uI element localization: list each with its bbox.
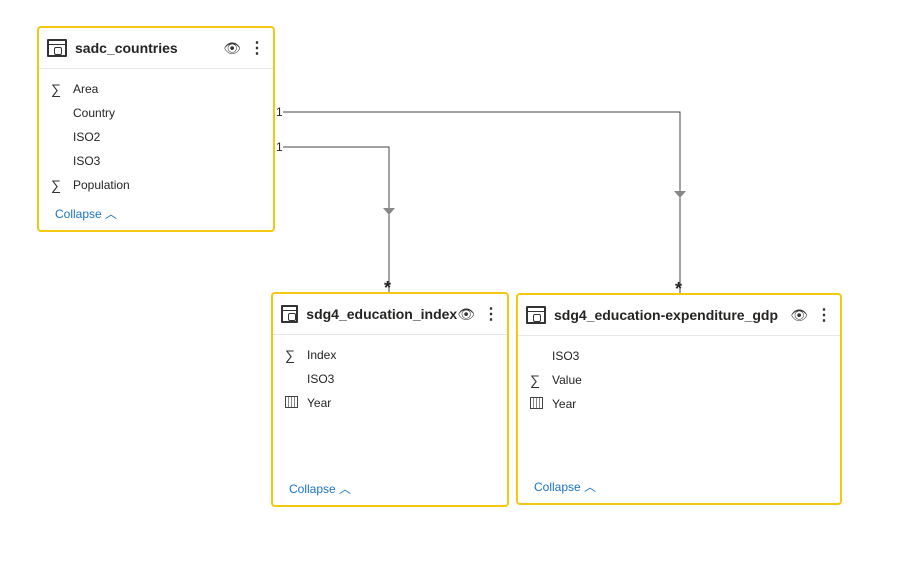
field-row[interactable]: Year	[518, 392, 840, 416]
field-label: Value	[552, 373, 582, 387]
field-row[interactable]: ISO3	[39, 149, 273, 173]
filter-direction-arrow	[674, 191, 686, 198]
card-header: sdg4_education-expenditure_gdp 👁 ⋮	[518, 295, 840, 336]
eye-icon[interactable]: 👁	[223, 40, 241, 57]
eye-icon[interactable]: 👁	[790, 307, 808, 324]
table-title: sdg4_education_index	[306, 306, 458, 322]
collapse-button[interactable]: Collapse ︿	[55, 205, 117, 222]
sigma-icon: ∑	[51, 81, 61, 97]
cardinality-one: 1	[276, 140, 283, 154]
field-row[interactable]: ∑ Population	[39, 173, 273, 197]
filter-direction-arrow	[383, 208, 395, 215]
field-label: ISO3	[552, 349, 580, 363]
table-title: sdg4_education-expenditure_gdp	[554, 307, 779, 323]
sigma-icon: ∑	[51, 177, 61, 193]
field-label: Country	[73, 106, 116, 120]
field-row[interactable]: ISO3	[518, 344, 840, 368]
chevron-up-icon: ︿	[105, 207, 118, 221]
collapse-button[interactable]: Collapse ︿	[289, 480, 351, 497]
sigma-icon: ∑	[285, 347, 295, 363]
field-label: Year	[307, 396, 332, 410]
field-label: Year	[552, 397, 577, 411]
table-icon	[526, 306, 546, 324]
field-label: Area	[73, 82, 99, 96]
field-label: ISO2	[73, 130, 101, 144]
field-row[interactable]: ∑ Index	[273, 343, 507, 367]
calendar-icon	[530, 397, 543, 409]
field-row[interactable]: Year	[273, 391, 507, 415]
table-icon	[281, 305, 299, 323]
table-icon	[47, 39, 67, 57]
field-row[interactable]: ISO3	[273, 367, 507, 391]
field-row[interactable]: ∑ Area	[39, 77, 273, 101]
relationship-line-expenditure[interactable]	[283, 111, 681, 293]
chevron-up-icon: ︿	[339, 482, 352, 496]
calendar-icon	[285, 396, 298, 408]
field-row[interactable]: Country	[39, 101, 273, 125]
field-label: ISO3	[73, 154, 101, 168]
collapse-button[interactable]: Collapse ︿	[534, 478, 596, 495]
eye-icon[interactable]: 👁	[457, 306, 475, 323]
field-label: Index	[307, 348, 337, 362]
card-header: sadc_countries 👁 ⋮	[39, 28, 273, 69]
field-row[interactable]: ISO2	[39, 125, 273, 149]
chevron-up-icon: ︿	[584, 480, 597, 494]
sigma-icon: ∑	[530, 372, 540, 388]
more-options-icon[interactable]: ⋮	[483, 304, 499, 324]
cardinality-one: 1	[276, 105, 283, 119]
field-row[interactable]: ∑ Value	[518, 368, 840, 392]
table-title: sadc_countries	[75, 40, 178, 56]
more-options-icon[interactable]: ⋮	[816, 305, 832, 325]
table-card-sdg4-education-expenditure-gdp[interactable]: sdg4_education-expenditure_gdp 👁 ⋮ ISO3 …	[516, 293, 842, 505]
more-options-icon[interactable]: ⋮	[249, 38, 265, 58]
field-label: Population	[73, 178, 130, 192]
relationship-line-index[interactable]	[283, 146, 390, 293]
table-card-sdg4-education-index[interactable]: sdg4_education_index 👁 ⋮ ∑ Index ISO3 Yea…	[271, 292, 509, 507]
table-card-sadc-countries[interactable]: sadc_countries 👁 ⋮ ∑ Area Country ISO2 IS…	[37, 26, 275, 232]
card-header: sdg4_education_index 👁 ⋮	[273, 294, 507, 335]
field-label: ISO3	[307, 372, 335, 386]
